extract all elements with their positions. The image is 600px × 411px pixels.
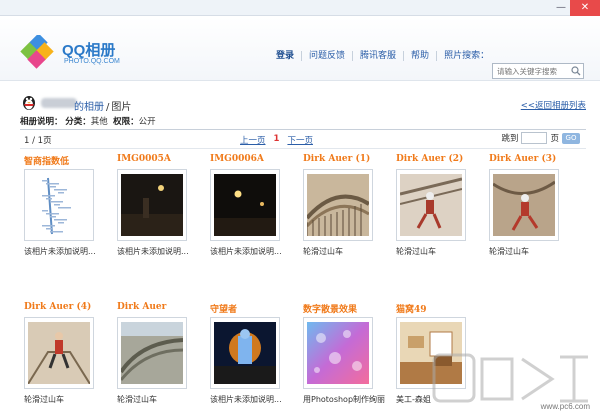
photo-title[interactable]: Dirk Auer xyxy=(117,302,205,314)
photo-thumbnail-frame[interactable] xyxy=(303,317,373,389)
nav-help[interactable]: 帮助 xyxy=(403,51,436,61)
photo-thumbnail-frame[interactable] xyxy=(210,317,280,389)
breadcrumb-album-link[interactable]: 的相册 xyxy=(74,102,104,113)
permission-value: 公开 xyxy=(138,117,156,127)
photo-title[interactable]: Dirk Auer (3) xyxy=(489,154,577,166)
breadcrumb-path: 的相册 / 图片 xyxy=(74,98,131,113)
photo-thumbnail-frame[interactable] xyxy=(303,169,373,241)
breadcrumb-separator: / xyxy=(106,102,110,113)
photo-thumbnail[interactable] xyxy=(307,322,369,384)
pagination: 上一页 1 下一页 xyxy=(240,134,313,146)
photo-thumbnail[interactable] xyxy=(121,174,183,236)
photo-thumbnail[interactable] xyxy=(214,174,276,236)
category-value: 其他 xyxy=(90,117,108,127)
photo-card[interactable]: IMG0006A 该相片未添加说明... xyxy=(210,154,298,257)
photo-card[interactable]: Dirk Auer (1) 轮滑过山车 xyxy=(303,154,391,257)
divider xyxy=(20,129,586,130)
photo-card[interactable]: IMG0005A 该相片未添加说明... xyxy=(117,154,205,257)
photo-thumbnail-frame[interactable] xyxy=(396,169,466,241)
album-info: 相册说明： 分类：其他 权限：公开 xyxy=(20,115,586,128)
photo-title[interactable]: Dirk Auer (4) xyxy=(24,302,112,314)
photo-thumbnail[interactable] xyxy=(307,174,369,236)
photo-description: 该相片未添加说明... xyxy=(24,247,96,256)
breadcrumb-current: 图片 xyxy=(111,102,132,113)
photo-thumbnail[interactable] xyxy=(28,174,90,236)
search-input[interactable] xyxy=(493,64,569,78)
prev-page-link[interactable]: 上一页 xyxy=(240,134,266,146)
photo-description: 轮滑过山车 xyxy=(489,247,529,256)
album-info-label: 相册说明： xyxy=(20,117,63,127)
watermark-logo-icon xyxy=(432,353,588,403)
photo-card[interactable]: 数字散景效果 用Photoshop制作绚丽 xyxy=(303,302,391,405)
photo-title[interactable]: 守望者 xyxy=(210,302,298,314)
window-controls: — ✕ xyxy=(552,0,600,16)
blurred-username xyxy=(41,98,77,108)
photo-card[interactable]: Dirk Auer (2) 轮滑过山车 xyxy=(396,154,484,257)
photo-card[interactable]: 智商指数低该相片未添加说明... xyxy=(24,154,112,257)
photo-thumbnail[interactable] xyxy=(28,322,90,384)
watermark-url: www.pc6.com xyxy=(540,402,590,411)
divider xyxy=(20,148,586,149)
photo-thumbnail[interactable] xyxy=(121,322,183,384)
search-box xyxy=(492,63,584,79)
close-button[interactable]: ✕ xyxy=(570,0,600,16)
photo-thumbnail[interactable] xyxy=(214,322,276,384)
window-titlebar: — ✕ xyxy=(0,0,600,16)
photo-thumbnail-frame[interactable] xyxy=(24,317,94,389)
pager-row: 1 / 1页 上一页 1 下一页 跳到 页 GO xyxy=(20,132,586,147)
go-button[interactable]: GO xyxy=(562,132,580,144)
page-unit-label: 页 xyxy=(550,134,559,144)
photo-thumbnail-frame[interactable] xyxy=(24,169,94,241)
jump-page-input[interactable] xyxy=(521,132,548,144)
minimize-button[interactable]: — xyxy=(552,0,570,16)
photo-thumbnail-frame[interactable] xyxy=(117,169,187,241)
photo-card[interactable]: 守望者该相片未添加说明... xyxy=(210,302,298,405)
page-count: 1 / 1页 xyxy=(24,136,52,146)
photo-thumbnail-frame[interactable] xyxy=(117,317,187,389)
photo-description: 用Photoshop制作绚丽 xyxy=(303,395,386,404)
photo-card[interactable]: Dirk Auer (3) 轮滑过山车 xyxy=(489,154,577,257)
photo-search-label: 照片搜索： xyxy=(436,51,489,61)
photo-thumbnail-frame[interactable] xyxy=(210,169,280,241)
qq-album-logo-icon[interactable] xyxy=(20,35,54,69)
photo-card[interactable]: Dirk Auer (4) 轮滑过山车 xyxy=(24,302,112,405)
current-page: 1 xyxy=(273,134,280,144)
qq-penguin-avatar-icon[interactable] xyxy=(20,93,38,111)
page-jump: 跳到 页 GO xyxy=(501,132,580,144)
logo-title[interactable]: QQ相册 xyxy=(62,39,115,60)
photo-description: 轮滑过山车 xyxy=(24,395,64,404)
photo-title[interactable]: IMG0006A xyxy=(210,154,298,166)
photo-title[interactable]: 数字散景效果 xyxy=(303,302,391,314)
photo-title[interactable]: Dirk Auer (1) xyxy=(303,154,391,166)
logo-url: PHOTO.QQ.COM xyxy=(64,58,120,65)
back-to-album-list-link[interactable]: <<返回相册列表 xyxy=(521,99,586,111)
top-nav: 登录 问题反馈 腾讯客服 帮助 照片搜索： xyxy=(276,51,489,61)
photo-thumbnail[interactable] xyxy=(400,174,462,236)
photo-description: 轮滑过山车 xyxy=(396,247,436,256)
site-header: QQ相册 PHOTO.QQ.COM 登录 问题反馈 腾讯客服 帮助 照片搜索： xyxy=(0,17,600,81)
jump-label: 跳到 xyxy=(501,134,519,144)
photo-description: 该相片未添加说明... xyxy=(210,247,282,256)
photo-title[interactable]: 猫窝49 xyxy=(396,302,484,314)
photo-description: 该相片未添加说明... xyxy=(117,247,189,256)
breadcrumb: 的相册 / 图片 <<返回相册列表 xyxy=(20,93,586,113)
photo-description: 轮滑过山车 xyxy=(303,247,343,256)
photo-description: 该相片未添加说明... xyxy=(210,395,282,404)
photo-title[interactable]: 智商指数低 xyxy=(24,154,112,166)
search-icon[interactable] xyxy=(569,64,583,78)
photo-title[interactable]: IMG0005A xyxy=(117,154,205,166)
photo-title[interactable]: Dirk Auer (2) xyxy=(396,154,484,166)
nav-support[interactable]: 腾讯客服 xyxy=(352,51,403,61)
nav-feedback[interactable]: 问题反馈 xyxy=(301,51,352,61)
photo-thumbnail-frame[interactable] xyxy=(489,169,559,241)
category-label: 分类： xyxy=(65,117,91,127)
photo-thumbnail[interactable] xyxy=(493,174,555,236)
permission-label: 权限： xyxy=(113,117,139,127)
next-page-link[interactable]: 下一页 xyxy=(287,134,313,146)
nav-login[interactable]: 登录 xyxy=(276,51,301,61)
photo-card[interactable]: Dirk Auer 轮滑过山车 xyxy=(117,302,205,405)
photo-description: 轮滑过山车 xyxy=(117,395,157,404)
